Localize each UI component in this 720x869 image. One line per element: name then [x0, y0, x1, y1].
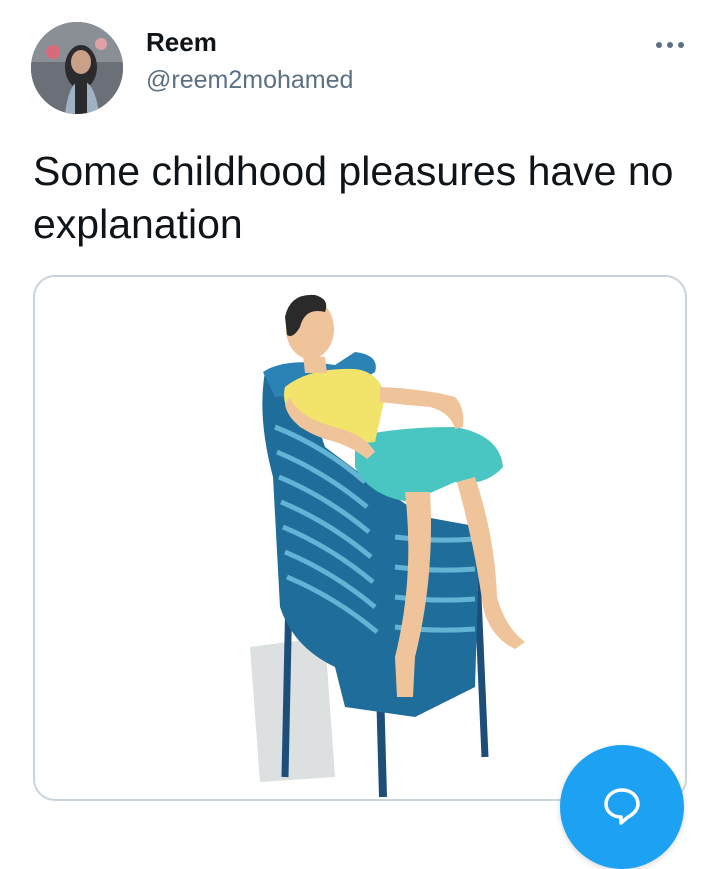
author-avatar[interactable] — [31, 22, 123, 114]
tweet-text: Some childhood pleasures have no explana… — [33, 148, 674, 247]
compose-button[interactable] — [560, 745, 684, 869]
speech-bubble-icon — [604, 788, 640, 825]
avatar-photo — [31, 22, 123, 114]
tweet-media[interactable] — [33, 275, 687, 801]
author-handle[interactable]: @reem2mohamed — [146, 66, 353, 95]
more-horizontal-icon — [656, 42, 684, 48]
media-illustration — [250, 294, 525, 798]
author-name[interactable]: Reem — [146, 27, 217, 58]
more-options-button[interactable] — [650, 30, 690, 60]
